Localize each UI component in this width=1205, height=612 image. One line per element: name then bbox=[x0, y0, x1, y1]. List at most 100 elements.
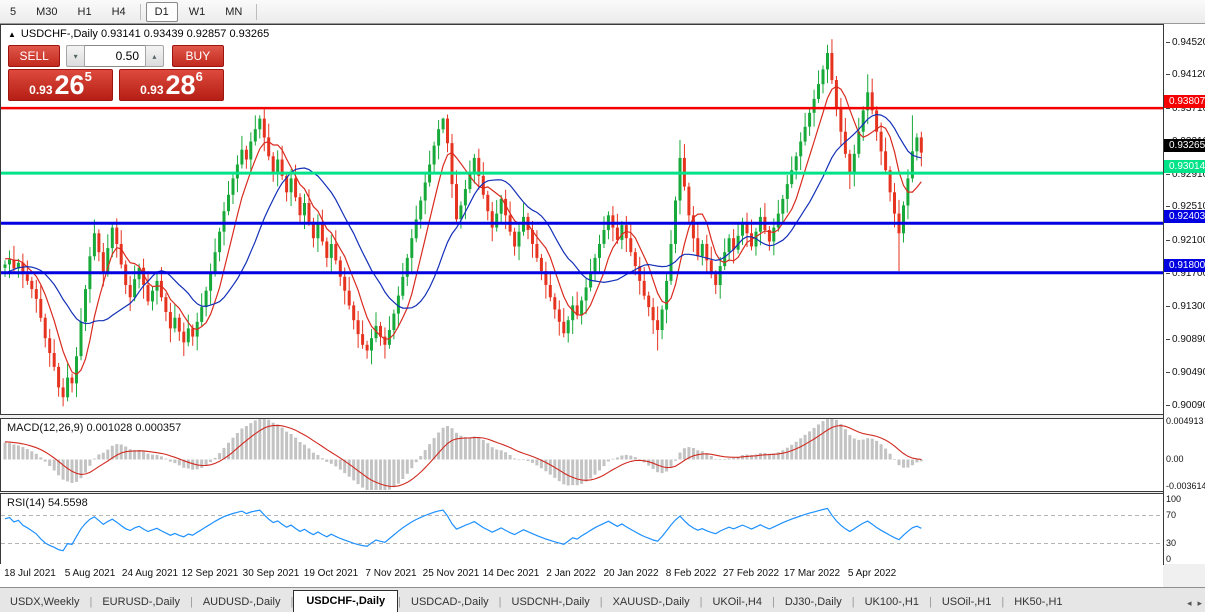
rsi-line bbox=[5, 508, 921, 550]
candle-body bbox=[486, 195, 489, 211]
macd-histogram-bar bbox=[401, 460, 404, 480]
time-axis: 18 Jul 20215 Aug 202124 Aug 202112 Sep 2… bbox=[0, 564, 1163, 587]
macd-histogram-bar bbox=[48, 460, 51, 467]
candle-body bbox=[482, 176, 485, 195]
macd-histogram-bar bbox=[862, 440, 865, 460]
macd-scale-label: -0.003614 bbox=[1166, 481, 1205, 491]
rsi-scale-label: 70 bbox=[1166, 510, 1176, 520]
candle-body bbox=[26, 274, 29, 281]
collapse-arrow-icon[interactable]: ▲ bbox=[8, 30, 16, 39]
macd-histogram-bar bbox=[898, 460, 901, 466]
buy-button[interactable]: BUY bbox=[172, 45, 224, 67]
tab-uk100-h1[interactable]: UK100-,H1 bbox=[855, 592, 929, 612]
candle-body bbox=[147, 285, 150, 301]
candle-body bbox=[786, 184, 789, 199]
candle-body bbox=[133, 279, 136, 297]
candle-body bbox=[366, 345, 369, 351]
macd-histogram-bar bbox=[147, 454, 150, 460]
candle-body bbox=[562, 322, 565, 334]
tab-usdchf-daily[interactable]: USDCHF-,Daily bbox=[293, 590, 398, 612]
candle-body bbox=[370, 338, 373, 350]
tab-usdcad-daily[interactable]: USDCAD-,Daily bbox=[401, 592, 499, 612]
one-click-trade-widget: SELL ▾ ▴ BUY 0.93 26 5 0.93 28 6 bbox=[8, 45, 224, 101]
macd-histogram-bar bbox=[875, 441, 878, 460]
macd-histogram-bar bbox=[379, 460, 382, 491]
date-label: 5 Aug 2021 bbox=[65, 568, 116, 579]
candle-body bbox=[48, 338, 51, 353]
macd-histogram-bar bbox=[786, 448, 789, 460]
candle-body bbox=[124, 265, 127, 286]
tab-hk50-h1[interactable]: HK50-,H1 bbox=[1004, 592, 1072, 612]
timeframe-button-5[interactable]: 5 bbox=[1, 2, 25, 22]
macd-histogram-bar bbox=[795, 442, 798, 460]
candle-body bbox=[200, 307, 203, 322]
macd-histogram-bar bbox=[178, 460, 181, 466]
tab-usdcnh-daily[interactable]: USDCNH-,Daily bbox=[502, 592, 600, 612]
tab-usdx-weekly[interactable]: USDX,Weekly bbox=[0, 592, 89, 612]
macd-histogram-bar bbox=[187, 460, 190, 469]
macd-histogram-bar bbox=[486, 443, 489, 459]
timeframe-button-m30[interactable]: M30 bbox=[27, 2, 66, 22]
macd-histogram-bar bbox=[683, 448, 686, 459]
timeframe-toolbar: 5M30H1H4 D1W1MN bbox=[0, 0, 1205, 24]
candle-body bbox=[799, 142, 802, 157]
volume-input[interactable] bbox=[85, 45, 145, 67]
timeframe-button-h4[interactable]: H4 bbox=[103, 2, 135, 22]
candle-body bbox=[817, 84, 820, 99]
macd-histogram-bar bbox=[191, 460, 194, 470]
buy-price-box[interactable]: 0.93 28 6 bbox=[119, 69, 224, 101]
rsi-scale-label: 100 bbox=[1166, 494, 1181, 504]
toolbar-separator bbox=[256, 4, 257, 20]
candle-body bbox=[84, 289, 87, 322]
sell-price-box[interactable]: 0.93 26 5 bbox=[8, 69, 113, 101]
tab-ukoil-h4[interactable]: UKOil-,H4 bbox=[702, 592, 772, 612]
macd-histogram-bar bbox=[848, 435, 851, 459]
candle-body bbox=[321, 224, 324, 242]
timeframe-button-mn[interactable]: MN bbox=[216, 2, 251, 22]
macd-histogram-bar bbox=[249, 423, 252, 459]
macd-histogram-bar bbox=[366, 460, 369, 491]
timeframe-button-d1[interactable]: D1 bbox=[146, 2, 178, 22]
macd-histogram-bar bbox=[808, 431, 811, 459]
tab-dj30-daily[interactable]: DJ30-,Daily bbox=[775, 592, 852, 612]
macd-histogram-bar bbox=[120, 445, 123, 460]
candle-body bbox=[795, 156, 798, 170]
macd-histogram-bar bbox=[316, 455, 319, 460]
tab-eurusd-daily[interactable]: EURUSD-,Daily bbox=[92, 592, 190, 612]
macd-histogram-bar bbox=[53, 460, 56, 471]
macd-histogram-bar bbox=[817, 425, 820, 460]
candle-body bbox=[804, 127, 807, 142]
candle-body bbox=[540, 258, 543, 271]
price-tick-label: 0.94520 bbox=[1166, 37, 1205, 48]
candle-body bbox=[249, 142, 252, 160]
candle-body bbox=[857, 132, 860, 154]
volume-decrease-button[interactable]: ▾ bbox=[66, 45, 85, 67]
macd-histogram-bar bbox=[4, 442, 7, 459]
rsi-indicator-pane: RSI(14) 54.5598 bbox=[0, 493, 1164, 565]
volume-increase-button[interactable]: ▴ bbox=[145, 45, 164, 67]
macd-histogram-bar bbox=[857, 440, 860, 460]
tab-xauusd-daily[interactable]: XAUUSD-,Daily bbox=[603, 592, 700, 612]
tab-scroll-right-icon[interactable]: ▸ bbox=[1197, 598, 1202, 609]
macd-histogram-bar bbox=[500, 450, 503, 459]
candle-body bbox=[701, 244, 704, 256]
timeframe-button-h1[interactable]: H1 bbox=[69, 2, 101, 22]
macd-histogram-bar bbox=[169, 460, 172, 462]
candle-body bbox=[893, 192, 896, 213]
timeframe-button-w1[interactable]: W1 bbox=[180, 2, 215, 22]
price-tick-mark bbox=[1166, 206, 1170, 207]
candle-body bbox=[232, 178, 235, 194]
macd-histogram-bar bbox=[830, 419, 833, 460]
macd-histogram-bar bbox=[156, 455, 159, 460]
candle-body bbox=[728, 238, 731, 252]
macd-histogram-bar bbox=[160, 456, 163, 459]
macd-histogram-bar bbox=[424, 450, 427, 459]
tab-scroll-left-icon[interactable]: ◂ bbox=[1187, 598, 1192, 609]
sell-price-sup: 5 bbox=[85, 70, 92, 83]
candle-body bbox=[303, 203, 306, 215]
macd-histogram-bar bbox=[397, 460, 400, 484]
macd-histogram-bar bbox=[12, 445, 15, 460]
tab-audusd-daily[interactable]: AUDUSD-,Daily bbox=[193, 592, 291, 612]
sell-button[interactable]: SELL bbox=[8, 45, 60, 67]
tab-usoil-h1[interactable]: USOil-,H1 bbox=[932, 592, 1002, 612]
